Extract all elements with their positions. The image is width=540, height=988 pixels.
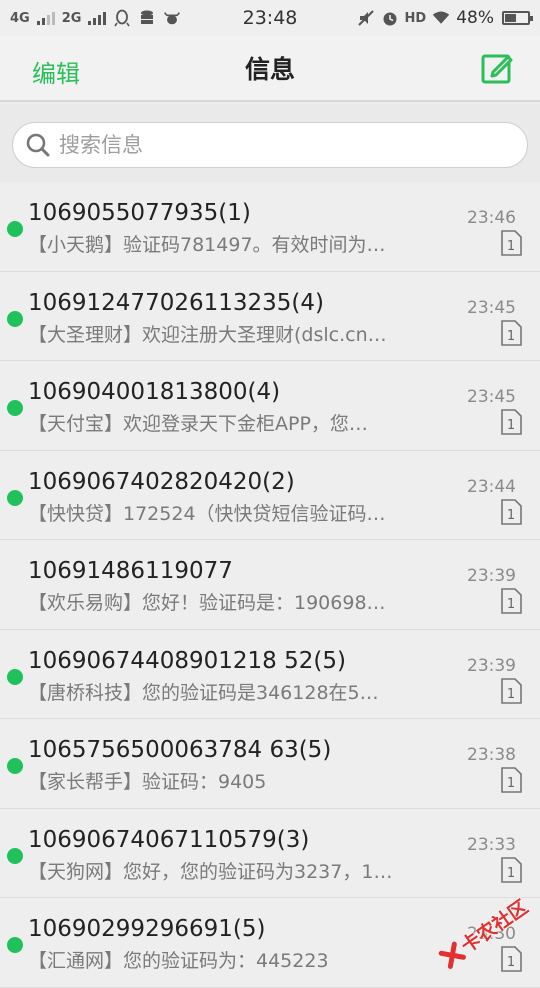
message-time: 23:39 [467,566,516,586]
sim-number: 1 [507,508,515,523]
network-type-1: 4G [10,11,30,26]
message-preview: 【天付宝】欢迎登录天下金柜APP，您… [28,409,428,436]
sim-card-icon: 1 [500,678,522,704]
message-sender: 10690299296691(5) [28,916,265,942]
sim-number: 1 [507,329,515,344]
status-bar: 4G 2G 23:48 HD 48% [0,0,540,36]
unread-dot [7,758,23,774]
message-sender: 10691486119077 [28,558,233,584]
unread-dot [7,937,23,953]
sim-card-icon: 1 [500,409,522,435]
message-time: 23:38 [467,745,516,765]
message-row[interactable]: 106904001813800(4) 【天付宝】欢迎登录天下金柜APP，您… 23:… [0,361,540,451]
alarm-icon [381,9,399,27]
message-time: 23:45 [467,298,516,318]
message-time: 23:46 [467,208,516,228]
message-time: 23:45 [467,387,516,407]
database-icon [138,9,156,27]
sim-card-icon: 1 [500,499,522,525]
unread-dot [7,221,23,237]
hd-label: HD [405,11,427,26]
sim-card-icon: 1 [500,857,522,883]
compose-icon [480,51,514,85]
sim-number: 1 [507,597,515,612]
page-title: 信息 [245,50,295,86]
battery-percent: 48% [456,8,494,28]
message-row[interactable]: 106912477026113235(4) 【大圣理财】欢迎注册大圣理财(dslc… [0,272,540,362]
message-row[interactable]: 10690674408901218 52(5) 【唐桥科技】您的验证码是34612… [0,630,540,720]
search-icon [25,132,51,158]
compose-button[interactable] [480,51,514,85]
edit-button[interactable]: 编辑 [32,54,80,89]
signal-2-icon [88,11,106,25]
message-sender: 10690674067110579(3) [28,827,309,853]
app-header: 编辑 信息 [0,36,540,102]
message-preview: 【大圣理财】欢迎注册大圣理财(dslc.cn… [28,320,428,347]
sim-number: 1 [507,866,515,881]
message-preview: 【快快贷】172524（快快贷短信验证码… [28,499,428,526]
search-input[interactable] [59,133,479,157]
qq-icon [113,9,131,27]
signal-1-icon [37,11,55,25]
silent-icon [357,9,375,27]
message-sender: 10690674408901218 52(5) [28,648,346,674]
unread-dot [7,848,23,864]
message-time: 23:39 [467,656,516,676]
message-sender: 1069067402820420(2) [28,469,295,495]
sim-card-icon: 1 [500,588,522,614]
message-list: 1069055077935(1) 【小天鹅】验证码781497。有效时间为… 23:… [0,182,540,988]
message-row[interactable]: 1069055077935(1) 【小天鹅】验证码781497。有效时间为… 23:… [0,182,540,272]
battery-icon [502,11,530,25]
message-sender: 1069055077935(1) [28,200,251,226]
unread-dot [7,490,23,506]
bull-icon [163,9,181,27]
message-row[interactable]: 10690674067110579(3) 【天狗网】您好，您的验证码为3237，1… [0,809,540,899]
wifi-icon [432,9,450,27]
message-sender: 106904001813800(4) [28,379,280,405]
sim-card-icon: 1 [500,230,522,256]
search-box[interactable] [12,122,528,168]
sim-number: 1 [507,776,515,791]
sim-card-icon: 1 [500,320,522,346]
unread-dot [7,400,23,416]
sim-card-icon: 1 [500,767,522,793]
message-preview: 【天狗网】您好，您的验证码为3237，1… [28,857,428,884]
message-row[interactable]: 10691486119077 【欢乐易购】您好！验证码是：190698… 23:39… [0,540,540,630]
message-preview: 【欢乐易购】您好！验证码是：190698… [28,588,428,615]
message-row[interactable]: 1065756500063784 63(5) 【家长帮手】验证码：9405 23:3… [0,719,540,809]
sim-number: 1 [507,955,515,970]
unread-dot [7,311,23,327]
message-preview: 【唐桥科技】您的验证码是346128在5… [28,678,428,705]
message-sender: 1065756500063784 63(5) [28,737,331,763]
message-time: 23:33 [467,835,516,855]
message-preview: 【小天鹅】验证码781497。有效时间为… [28,230,428,257]
search-area [0,104,540,182]
sim-number: 1 [507,239,515,254]
message-sender: 106912477026113235(4) [28,290,324,316]
unread-dot [7,669,23,685]
sim-number: 1 [507,687,515,702]
sim-number: 1 [507,418,515,433]
message-row[interactable]: 1069067402820420(2) 【快快贷】172524（快快贷短信验证码…… [0,451,540,541]
message-time: 23:44 [467,477,516,497]
message-preview: 【家长帮手】验证码：9405 [28,767,428,794]
sim-card-icon: 1 [500,946,522,972]
network-type-2: 2G [62,11,82,26]
